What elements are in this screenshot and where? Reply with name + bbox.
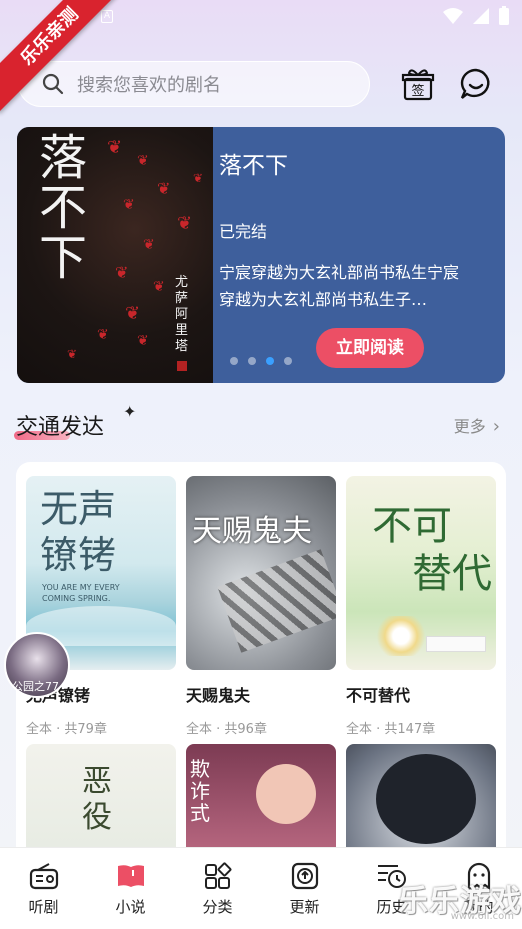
butterfly-decoration: ❦ xyxy=(107,137,123,158)
character-illustration xyxy=(256,764,316,824)
cover-text: 欺诈式 xyxy=(190,757,210,825)
section-title: 交通发达 xyxy=(16,415,105,440)
cover-text: 天赐鬼夫 xyxy=(192,514,312,549)
book-title: 天赐鬼夫 xyxy=(186,686,251,705)
wifi-icon xyxy=(443,8,463,24)
read-now-button[interactable]: 立即阅读 xyxy=(316,328,424,368)
banner-book-description: 宁宸穿越为大玄礼部尚书私生宁宸穿越为大玄礼部尚书私生子… xyxy=(219,263,460,309)
book-card[interactable]: 无声 镣铐 YOU ARE MY EVERY COMING SPRING. 无声镣铐… xyxy=(26,476,176,737)
cover-text: 恶役 xyxy=(82,764,112,835)
carousel-dot[interactable] xyxy=(230,357,238,365)
watermark-url: www.6ll.com xyxy=(450,911,514,922)
butterfly-decoration: ❦ xyxy=(137,153,149,169)
svg-text:签: 签 xyxy=(411,83,424,99)
butterfly-decoration: ❦ xyxy=(115,263,129,282)
book-card[interactable]: 不可 替代 不可替代 全本 · 共147章 xyxy=(346,476,496,737)
butterfly-decoration: ❦ xyxy=(153,279,165,295)
search-input[interactable]: 搜索您喜欢的剧名 xyxy=(18,61,370,107)
system-icons xyxy=(442,6,510,26)
nav-label: 听剧 xyxy=(28,898,59,916)
search-icon xyxy=(42,73,64,95)
nav-item-update[interactable]: 更新 xyxy=(261,848,348,929)
butterfly-decoration: ❦ xyxy=(193,171,204,185)
book-decoration xyxy=(426,636,486,652)
carousel-dot[interactable] xyxy=(284,357,292,365)
floating-avatar[interactable]: 公园之77 xyxy=(4,632,70,698)
nav-label: 更新 xyxy=(289,898,320,916)
butterfly-decoration: ❦ xyxy=(97,327,109,343)
sparkle-icon: ✦ xyxy=(123,402,137,421)
cover-subtext: YOU ARE MY EVERY COMING SPRING. xyxy=(42,583,120,603)
character-illustration xyxy=(376,754,476,844)
signal-icon xyxy=(473,8,489,24)
carousel-dots xyxy=(230,357,292,365)
carousel-dot[interactable] xyxy=(248,357,256,365)
search-placeholder: 搜索您喜欢的剧名 xyxy=(77,75,221,96)
book-title: 不可替代 xyxy=(346,686,411,705)
banner-cover-image: 落不下 尤萨阿里塔 ❦ ❦ ❦ ❦ ❦ ❦ ❦ ❦ ❦ ❦ ❦ ❦ ❦ xyxy=(17,127,213,383)
cover-seal xyxy=(177,361,187,371)
nav-item-category[interactable]: 分类 xyxy=(174,848,261,929)
butterfly-decoration: ❦ xyxy=(67,347,78,361)
butterfly-decoration: ❦ xyxy=(157,179,171,198)
book-cover: 不可 替代 xyxy=(346,476,496,670)
cover-title-text: 落不下 xyxy=(39,130,88,286)
gift-sign-in-icon[interactable]: 签 xyxy=(400,66,436,102)
book-icon xyxy=(117,865,144,887)
butterfly-decoration: ❦ xyxy=(123,197,135,213)
chevron-right-icon: › xyxy=(492,416,500,437)
cover-text: 无声 镣铐 xyxy=(40,487,117,577)
avatar-label: 公园之77 xyxy=(12,680,59,693)
carousel-dot-active[interactable] xyxy=(266,357,274,365)
butterfly-decoration: ❦ xyxy=(143,237,155,253)
nav-label: 分类 xyxy=(202,898,233,916)
radio-icon xyxy=(29,863,58,890)
banner-book-status: 已完结 xyxy=(219,222,268,241)
book-meta: 全本 · 共96章 xyxy=(186,722,267,737)
cover-author-text: 尤萨阿里塔 xyxy=(175,275,189,354)
film-strip-decoration xyxy=(217,549,336,653)
update-icon xyxy=(291,862,318,890)
more-link[interactable]: 更多 › xyxy=(454,413,500,437)
butterfly-decoration: ❦ xyxy=(125,303,141,324)
banner-book-title: 落不下 xyxy=(219,153,288,179)
cover-text: 不可 替代 xyxy=(372,503,492,597)
book-cover: 天赐鬼夫 xyxy=(186,476,336,670)
nav-label: 小说 xyxy=(115,898,146,916)
book-meta: 全本 · 共79章 xyxy=(26,722,107,737)
notification-icon: A xyxy=(101,10,113,23)
book-card[interactable]: 天赐鬼夫 天赐鬼夫 全本 · 共96章 xyxy=(186,476,336,737)
more-label: 更多 xyxy=(453,417,486,436)
category-grid-icon xyxy=(204,862,231,889)
book-grid: 无声 镣铐 YOU ARE MY EVERY COMING SPRING. 无声镣铐… xyxy=(16,462,506,929)
nav-item-novel[interactable]: 小说 xyxy=(87,848,174,929)
book-meta: 全本 · 共147章 xyxy=(346,722,436,737)
chat-bubble-icon[interactable] xyxy=(458,66,494,102)
battery-icon xyxy=(499,6,509,25)
nav-item-listen[interactable]: 听剧 xyxy=(0,848,87,929)
butterfly-decoration: ❦ xyxy=(177,213,193,234)
butterfly-decoration: ❦ xyxy=(137,333,149,349)
